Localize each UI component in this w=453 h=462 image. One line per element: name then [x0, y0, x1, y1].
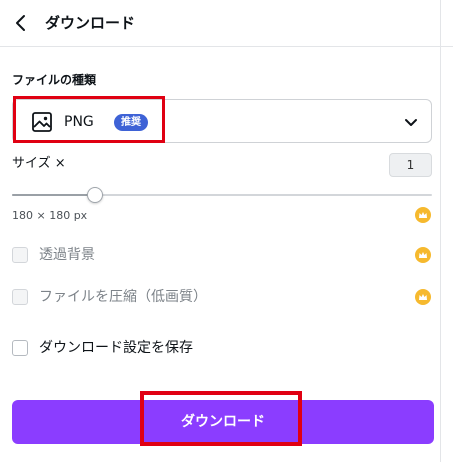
chevron-left-icon [16, 15, 25, 31]
size-label: サイズ × [12, 156, 66, 171]
size-slider-thumb[interactable] [87, 187, 103, 203]
panel-border [440, 0, 441, 462]
transparent-bg-checkbox[interactable] [12, 247, 28, 263]
chevron-down-icon [402, 113, 420, 131]
crown-icon [415, 247, 431, 263]
size-input[interactable]: 1 [389, 153, 432, 177]
highlight-box-file-type [13, 96, 165, 143]
size-slider-fill [12, 194, 96, 196]
crown-icon [415, 289, 431, 305]
crown-icon [415, 207, 431, 223]
back-button[interactable] [9, 11, 33, 35]
save-settings-label: ダウンロード設定を保存 [39, 340, 193, 356]
compress-file-label: ファイルを圧縮（低画質） [39, 289, 207, 305]
size-dimensions: 180 × 180 px [12, 209, 88, 222]
save-settings-checkbox[interactable] [12, 340, 28, 356]
compress-file-checkbox[interactable] [12, 289, 28, 305]
highlight-box-download [140, 391, 302, 446]
file-type-label: ファイルの種類 [12, 73, 97, 87]
header-divider [0, 46, 453, 47]
transparent-bg-label: 透過背景 [39, 247, 95, 263]
page-title: ダウンロード [45, 14, 136, 32]
